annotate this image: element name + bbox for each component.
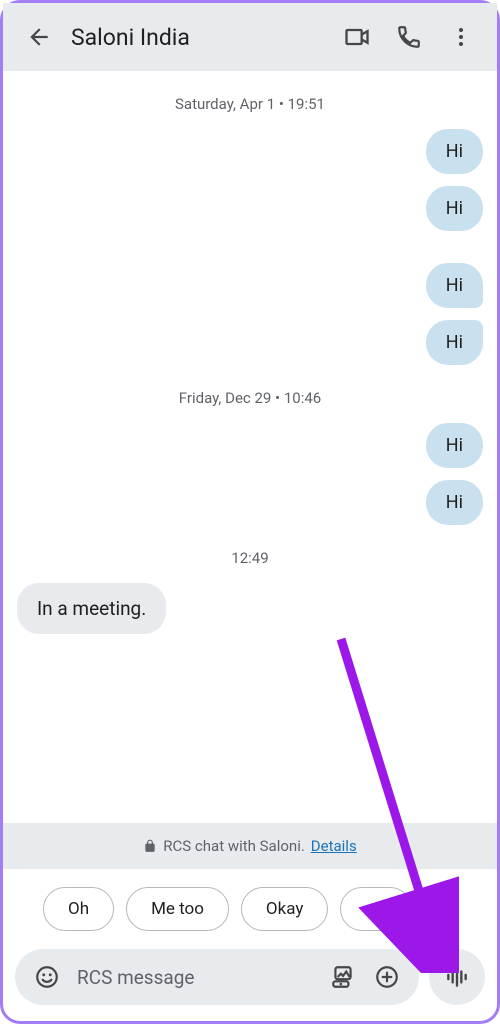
- suggestion-chips: Oh Me too Okay n: [3, 869, 497, 949]
- incoming-message[interactable]: In a meeting.: [17, 583, 166, 634]
- timestamp: Friday, Dec 29 • 10:46: [17, 389, 483, 407]
- message-input[interactable]: RCS message: [77, 966, 321, 989]
- video-icon: [343, 23, 371, 51]
- video-call-button[interactable]: [331, 11, 383, 63]
- back-button[interactable]: [13, 11, 65, 63]
- more-options-button[interactable]: [435, 11, 487, 63]
- timestamp: Saturday, Apr 1 • 19:51: [17, 95, 483, 113]
- outgoing-message[interactable]: Hi: [426, 423, 483, 468]
- voice-message-button[interactable]: [429, 949, 485, 1005]
- compose-bar: RCS message: [15, 949, 419, 1005]
- compose-row: RCS message: [3, 949, 497, 1005]
- outgoing-message[interactable]: Hi: [426, 263, 483, 308]
- audio-wave-icon: [444, 964, 470, 990]
- conversation-header: Saloni India: [3, 3, 497, 71]
- gallery-button[interactable]: [321, 955, 365, 999]
- outgoing-message[interactable]: Hi: [426, 186, 483, 231]
- outgoing-message[interactable]: Hi: [426, 480, 483, 525]
- arrow-back-icon: [26, 24, 52, 50]
- rcs-details-link[interactable]: Details: [311, 837, 357, 855]
- conversation-title[interactable]: Saloni India: [71, 24, 331, 51]
- outgoing-message[interactable]: Hi: [426, 129, 483, 174]
- footer: RCS chat with Saloni. Details Oh Me too …: [3, 823, 497, 1021]
- rcs-banner-text: RCS chat with Saloni.: [163, 837, 305, 855]
- outgoing-message[interactable]: Hi: [426, 320, 483, 365]
- call-button[interactable]: [383, 11, 435, 63]
- gallery-icon: [330, 964, 356, 990]
- lock-icon: [143, 839, 157, 853]
- suggestion-chip[interactable]: Me too: [126, 887, 229, 931]
- add-button[interactable]: [365, 955, 409, 999]
- emoji-button[interactable]: [25, 955, 69, 999]
- plus-circle-icon: [374, 964, 400, 990]
- suggestion-chip[interactable]: n: [340, 887, 411, 931]
- suggestion-chip[interactable]: Okay: [241, 887, 328, 931]
- timestamp: 12:49: [17, 549, 483, 567]
- suggestion-chip[interactable]: Oh: [43, 887, 114, 931]
- more-vert-icon: [449, 25, 473, 49]
- conversation-body: Saturday, Apr 1 • 19:51 Hi Hi Hi Hi Frid…: [3, 71, 497, 807]
- emoji-icon: [34, 964, 60, 990]
- rcs-banner: RCS chat with Saloni. Details: [3, 823, 497, 869]
- phone-icon: [396, 24, 422, 50]
